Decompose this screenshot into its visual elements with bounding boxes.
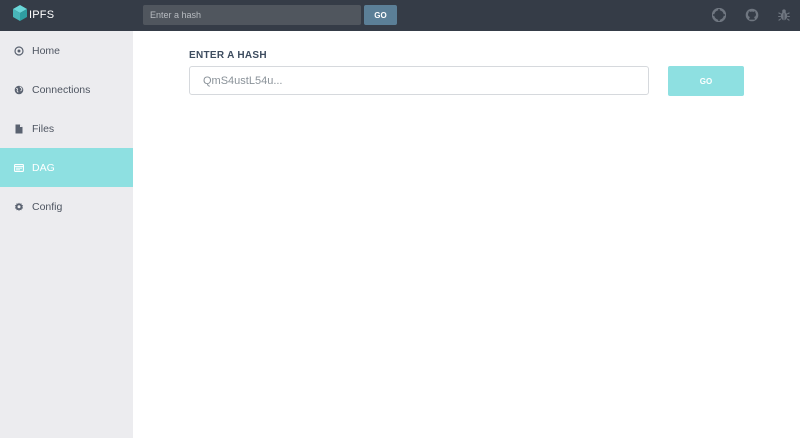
- brand-logo[interactable]: IPFS: [13, 4, 55, 26]
- section-label: ENTER A HASH: [189, 50, 267, 61]
- sidebar-item-label: Config: [32, 200, 63, 213]
- sidebar-item-config[interactable]: Config: [0, 187, 133, 226]
- sidebar-item-label: Connections: [32, 83, 91, 96]
- sidebar-item-files[interactable]: Files: [0, 109, 133, 148]
- home-icon: [13, 45, 24, 56]
- brand-name: IPFS: [29, 9, 55, 21]
- sidebar-item-dag[interactable]: DAG: [0, 148, 133, 187]
- sidebar-item-label: Home: [32, 44, 61, 57]
- ipfs-cube-icon: [13, 4, 27, 26]
- hash-input[interactable]: [189, 66, 649, 95]
- file-icon: [13, 123, 24, 134]
- browser-window-icon: [13, 162, 24, 173]
- go-button[interactable]: GO: [668, 66, 744, 96]
- sidebar-item-label: Files: [32, 122, 55, 135]
- github-icon[interactable]: [745, 8, 759, 22]
- top-go-button[interactable]: GO: [364, 5, 397, 25]
- sidebar-item-connections[interactable]: Connections: [0, 70, 133, 109]
- sidebar: Home Connections Files DAG Config: [0, 31, 133, 438]
- support-icon[interactable]: [712, 8, 726, 22]
- sidebar-item-home[interactable]: Home: [0, 31, 133, 70]
- sidebar-item-label: DAG: [32, 161, 55, 174]
- top-navbar: IPFS GO: [0, 0, 800, 31]
- gear-icon: [13, 201, 24, 212]
- bug-icon[interactable]: [777, 8, 791, 22]
- globe-icon: [13, 84, 24, 95]
- top-hash-search-input[interactable]: [143, 5, 361, 25]
